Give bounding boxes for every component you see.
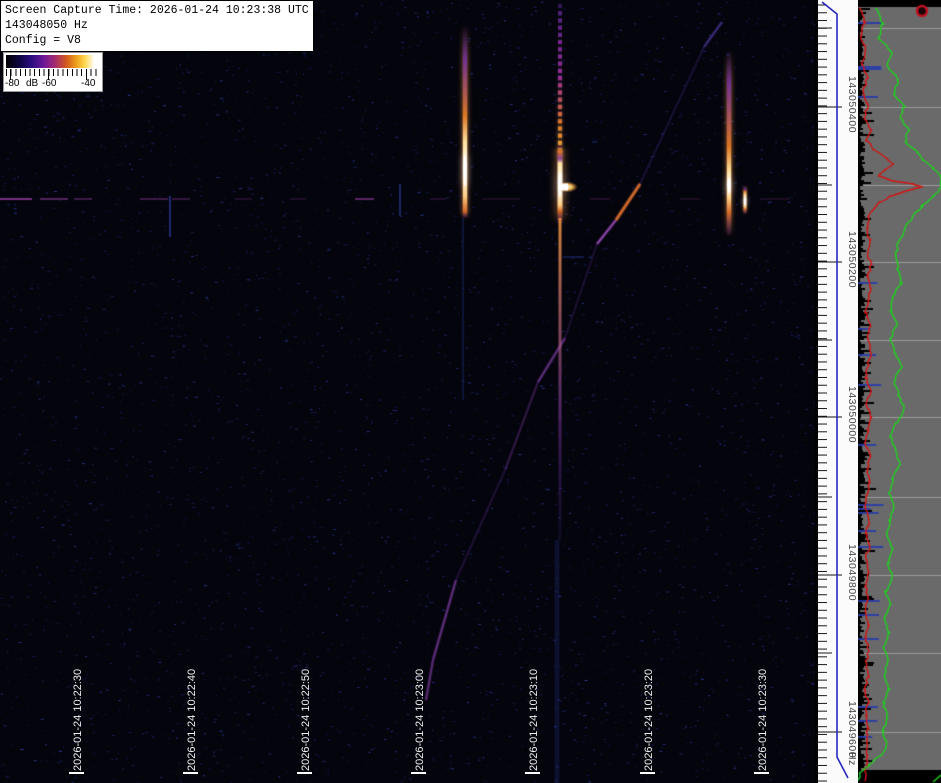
capture-time-text: Screen Capture Time: 2026-01-24 10:23:38… bbox=[5, 4, 309, 17]
frequency-ruler: 143050400 143050200 143050000 143049800 1430… bbox=[815, 0, 858, 783]
db-major-tick bbox=[48, 69, 49, 80]
time-tick bbox=[183, 772, 198, 774]
time-tick bbox=[754, 772, 769, 774]
freq-label: 143049800 bbox=[846, 544, 858, 602]
capture-info-box: Screen Capture Time: 2026-01-24 10:23:38… bbox=[0, 0, 314, 52]
time-label: 2026-01-24 10:23:20 bbox=[643, 668, 655, 771]
freq-label: 143050400 bbox=[846, 76, 858, 134]
capture-frequency-text: 143048050 Hz bbox=[5, 19, 88, 32]
db-major-tick bbox=[10, 69, 11, 80]
time-label: 2026-01-24 10:22:50 bbox=[300, 668, 312, 771]
time-tick bbox=[69, 772, 84, 774]
freq-unit-label: Hz bbox=[846, 752, 858, 766]
db-label: -60 bbox=[42, 78, 57, 89]
freq-label: 143050000 bbox=[846, 386, 858, 444]
time-tick bbox=[411, 772, 426, 774]
time-tick bbox=[525, 772, 540, 774]
db-label: -40 bbox=[81, 78, 96, 89]
time-tick bbox=[640, 772, 655, 774]
db-major-tick bbox=[86, 69, 87, 80]
time-label: 2026-01-24 10:23:30 bbox=[757, 668, 769, 771]
spectrum-graph-canvas bbox=[858, 0, 941, 783]
time-label: 2026-01-24 10:22:40 bbox=[186, 668, 198, 771]
waterfall-spectrogram-canvas bbox=[0, 0, 815, 783]
capture-config-text: Config = V8 bbox=[5, 34, 81, 47]
time-tick bbox=[297, 772, 312, 774]
db-label: dB bbox=[26, 78, 39, 89]
time-label: 2026-01-24 10:23:10 bbox=[528, 668, 540, 771]
spectrum-lab-capture: Screen Capture Time: 2026-01-24 10:23:38… bbox=[0, 0, 941, 783]
db-label: -80 bbox=[5, 78, 20, 89]
time-label: 2026-01-24 10:23:00 bbox=[414, 668, 426, 771]
color-scale-legend: -80 dB -60 -40 bbox=[3, 52, 103, 92]
color-scale-gradient bbox=[6, 55, 100, 68]
time-label: 2026-01-24 10:22:30 bbox=[72, 668, 84, 771]
spectrum-side-panel bbox=[858, 0, 941, 783]
freq-label: 143050200 bbox=[846, 231, 858, 289]
